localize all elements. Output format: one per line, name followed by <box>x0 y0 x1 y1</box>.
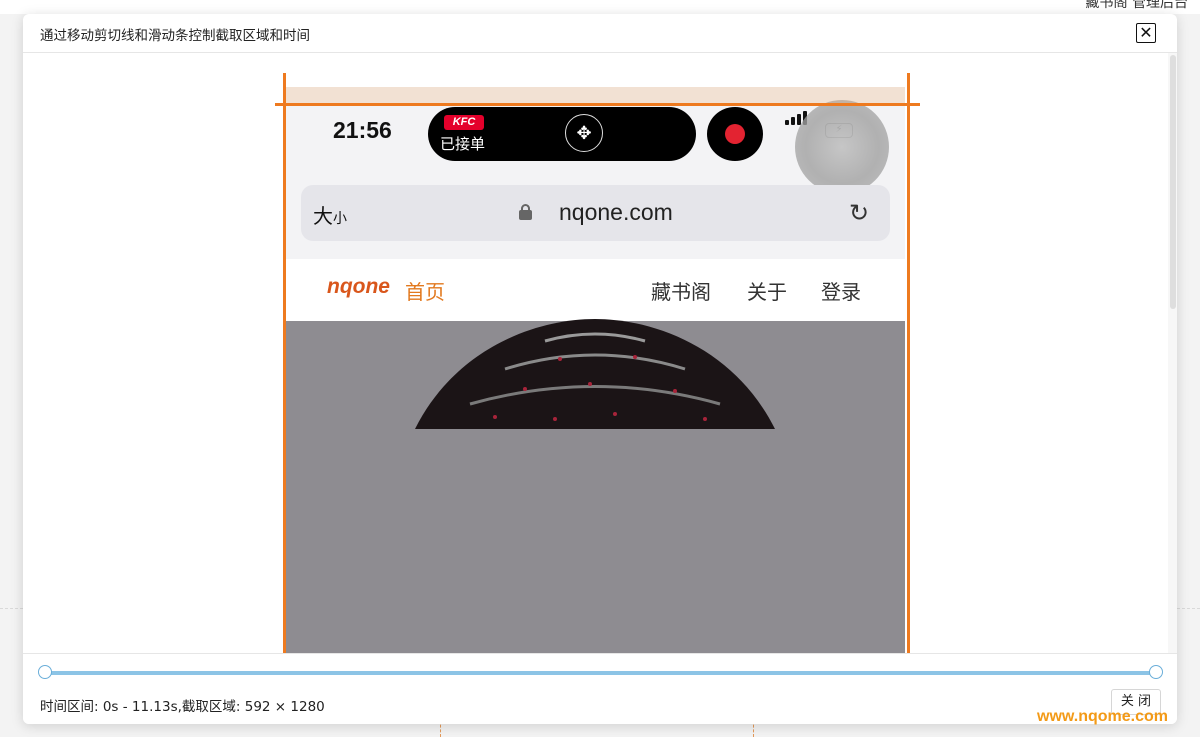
background-header: 藏书阁 管理后台 <box>0 0 1200 14</box>
crop-line-right[interactable] <box>907 73 910 653</box>
move-handle-icon[interactable]: ✥ <box>565 114 603 152</box>
browser-url-bar: 大小 nqone.com ↻ <box>301 185 890 241</box>
lock-icon <box>519 204 533 218</box>
dialog-title: 通过移动剪切线和滑动条控制截取区域和时间 <box>40 24 310 44</box>
dialog-footer: 时间区间: 0s - 11.13s,截取区域: 592 × 1280 关 闭 <box>23 653 1177 724</box>
nav-item-library: 藏书阁 <box>651 276 711 305</box>
video-preview-area: 21:56 KFC 已接单 ✥ ⚡ 大小 <box>23 53 1177 653</box>
activity-text: 已接单 <box>440 133 485 154</box>
crop-dialog: 通过移动剪切线和滑动条控制截取区域和时间 ✕ 21:56 KFC 已接单 ✥ ⚡ <box>23 14 1177 724</box>
scrollbar-thumb[interactable] <box>1170 55 1176 309</box>
close-icon[interactable]: ✕ <box>1136 23 1156 43</box>
nav-item-about: 关于 <box>747 276 787 305</box>
reload-icon: ↻ <box>849 199 869 227</box>
text-size-control: 大小 <box>313 200 347 229</box>
slider-end-handle[interactable] <box>1149 665 1163 679</box>
dynamic-island: KFC 已接单 ✥ <box>428 107 696 161</box>
recording-indicator <box>707 107 763 161</box>
slider-start-handle[interactable] <box>38 665 52 679</box>
url-text: nqone.com <box>559 199 673 226</box>
crop-line-top[interactable] <box>275 103 920 106</box>
watermark: www.nqome.com <box>1037 708 1168 726</box>
record-dot-icon <box>725 124 745 144</box>
nav-item-login: 登录 <box>821 276 861 305</box>
site-home-link: 首页 <box>405 276 445 305</box>
kfc-logo: KFC <box>444 115 484 130</box>
time-range-slider[interactable] <box>44 671 1156 675</box>
time-range-info: 时间区间: 0s - 11.13s,截取区域: 592 × 1280 <box>40 695 325 715</box>
dome-object <box>385 319 805 429</box>
crop-line-left[interactable] <box>283 73 286 653</box>
touch-indicator <box>795 100 889 194</box>
site-navigation: nqone 首页 藏书阁 关于 登录 <box>285 259 905 321</box>
dialog-header: 通过移动剪切线和滑动条控制截取区域和时间 ✕ <box>23 14 1177 53</box>
video-frame: 21:56 KFC 已接单 ✥ ⚡ 大小 <box>285 87 905 653</box>
crop-outside-shade <box>285 87 905 104</box>
background-header-text: 藏书阁 管理后台 <box>1086 0 1188 12</box>
site-logo: nqone <box>327 275 390 299</box>
status-time: 21:56 <box>333 117 392 144</box>
